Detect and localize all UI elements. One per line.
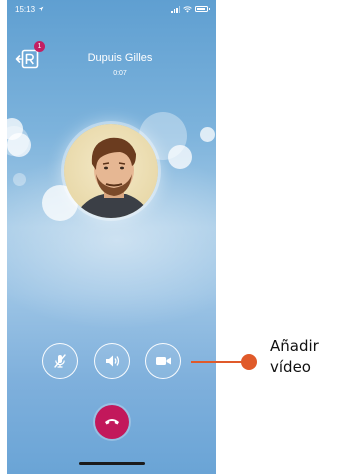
- end-call-button[interactable]: [95, 405, 129, 439]
- decorative-bubble: [13, 173, 26, 186]
- location-arrow-icon: [38, 6, 44, 12]
- call-duration: 0:07: [113, 70, 127, 77]
- hang-up-icon: [105, 419, 119, 425]
- screenshot-canvas: 15:13 1 Dupuis Gilles 0:07 Añadir vídeo: [0, 0, 348, 474]
- caller-name: Dupuis Gilles: [87, 52, 153, 64]
- mute-microphone-button[interactable]: [42, 343, 78, 379]
- status-time: 15:13: [15, 4, 36, 14]
- decorative-bubble: [168, 145, 192, 169]
- video-camera-icon: [155, 357, 171, 365]
- speaker-button[interactable]: [94, 343, 130, 379]
- caller-avatar: [64, 124, 158, 218]
- callout-dot: [241, 354, 257, 370]
- notification-badge: 1: [34, 41, 45, 52]
- person-photo-icon: [64, 124, 158, 218]
- callout-label-line2: vídeo: [270, 358, 311, 376]
- status-bar: 15:13: [7, 0, 216, 18]
- callout-label: Añadir vídeo: [270, 336, 346, 378]
- decorative-bubble: [7, 133, 31, 157]
- cellular-signal-icon: [171, 5, 180, 13]
- battery-icon: [195, 6, 210, 12]
- callout-label-line1: Añadir: [270, 337, 319, 355]
- add-video-button[interactable]: [145, 343, 181, 379]
- home-indicator[interactable]: [79, 462, 145, 465]
- microphone-muted-icon: [54, 354, 66, 368]
- phone-call-screen: 15:13 1 Dupuis Gilles 0:07: [7, 0, 216, 474]
- decorative-bubble: [200, 127, 215, 142]
- wifi-icon: [183, 5, 192, 12]
- callout-line: [191, 361, 248, 363]
- speaker-icon: [105, 355, 119, 367]
